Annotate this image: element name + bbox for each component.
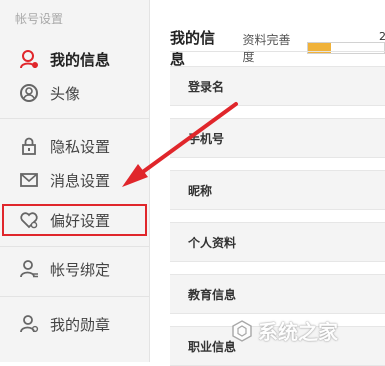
watermark-logo-icon <box>232 319 252 342</box>
watermark: 系统之家 <box>230 316 338 345</box>
watermark-text: 系统之家 <box>258 320 338 344</box>
annotation-arrow <box>122 102 238 187</box>
